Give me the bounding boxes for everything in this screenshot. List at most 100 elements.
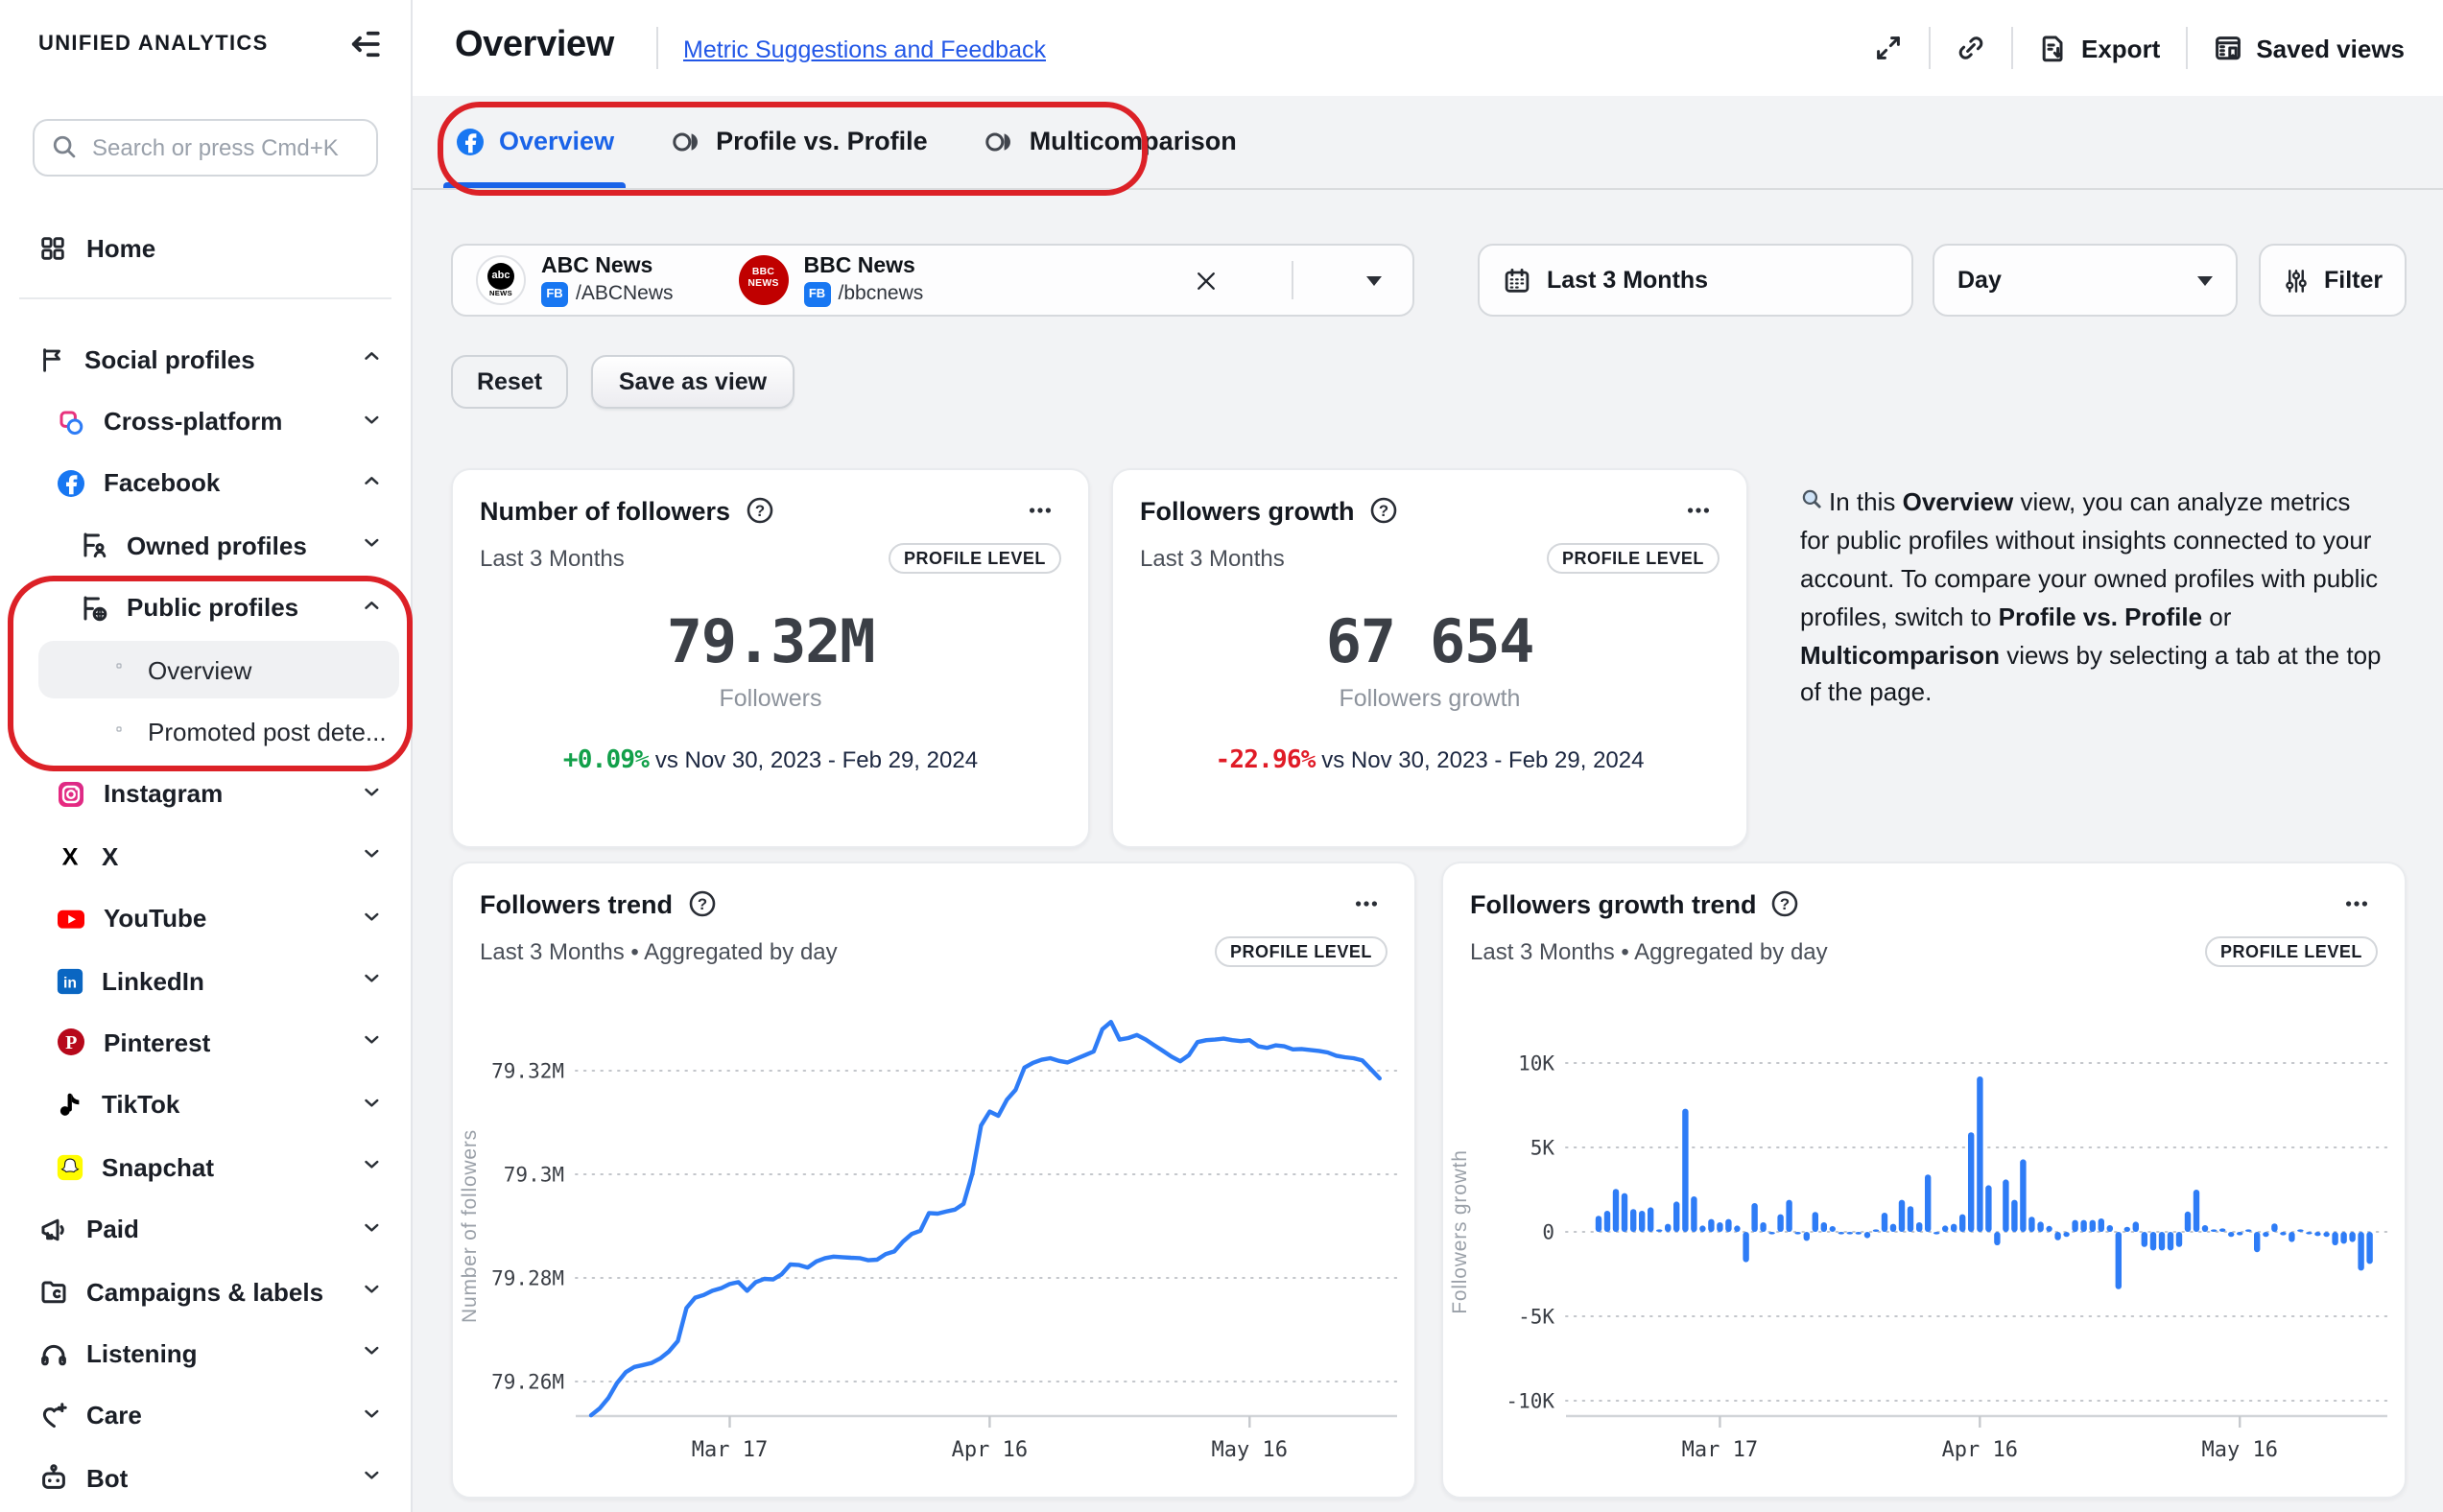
metric-suggestions-link[interactable]: Metric Suggestions and Feedback	[683, 36, 1046, 63]
headphones-icon	[38, 1338, 69, 1369]
sidebar-item-snapchat[interactable]: Snapchat	[0, 1136, 411, 1198]
facebook-icon	[56, 468, 86, 499]
sidebar-item-label: Owned profiles	[127, 532, 307, 560]
selector-divider	[1292, 261, 1293, 299]
sidebar-item-label: Care	[86, 1402, 142, 1430]
chevron-down-icon	[363, 1405, 386, 1428]
sidebar-item-bot[interactable]: Bot	[0, 1447, 411, 1509]
youtube-icon	[56, 903, 86, 933]
megaphone-icon	[38, 1214, 69, 1244]
sidebar-item-promoted-post-dete[interactable]: Promoted post dete...	[0, 701, 411, 764]
saved-views-button[interactable]: Saved views	[2212, 33, 2405, 63]
chevron-down-icon	[363, 907, 386, 930]
sidebar-item-care[interactable]: Care	[0, 1384, 411, 1447]
tab-multicomparison[interactable]: Multicomparison	[985, 96, 1237, 187]
chevron-down-icon	[363, 783, 386, 806]
profile-chip-abc-news[interactable]: abcNEWSABC NewsFB/ABCNews	[476, 254, 674, 306]
sidebar-item-label: Home	[86, 233, 155, 262]
svg-text:May 16: May 16	[2201, 1438, 2277, 1462]
sidebar-item-x[interactable]: XX	[0, 825, 411, 887]
sidebar-item-cross-platform[interactable]: Cross-platform	[0, 390, 411, 453]
line-chart: 79.32M79.3M79.28M79.26MNumber of followe…	[453, 986, 1418, 1500]
help-icon[interactable]: ?	[1368, 495, 1399, 526]
sidebar-item-label: Social profiles	[84, 344, 255, 373]
sidebar-item-pinterest[interactable]: PPinterest	[0, 1012, 411, 1075]
info-text-segment: Overview	[1903, 487, 2014, 516]
sidebar-item-label: TikTok	[102, 1091, 179, 1120]
sidebar-item-tiktok[interactable]: TikTok	[0, 1074, 411, 1136]
sidebar-item-owned-profiles[interactable]: Owned profiles	[0, 514, 411, 577]
clear-profiles-button[interactable]	[1186, 260, 1226, 300]
card-menu-button[interactable]	[1677, 493, 1720, 528]
sidebar-item-social-profiles[interactable]: Social profiles	[0, 328, 411, 390]
svg-text:P: P	[65, 1033, 77, 1054]
page-title: Overview	[455, 25, 614, 67]
header-divider	[2010, 27, 2012, 69]
sidebar-collapse-button[interactable]	[345, 25, 384, 63]
sidebar-item-overview[interactable]: Overview	[0, 639, 411, 701]
calendar-icon	[1503, 266, 1531, 295]
export-button[interactable]: Export	[2037, 33, 2160, 63]
card-menu-button[interactable]	[1345, 886, 1388, 921]
sidebar-item-campaigns-labels[interactable]: Campaigns & labels	[0, 1261, 411, 1323]
chevron-down-icon	[363, 1466, 386, 1489]
svg-text:Followers growth: Followers growth	[1449, 1149, 1471, 1314]
expand-button[interactable]	[1872, 33, 1903, 63]
date-range-button[interactable]: Last 3 Months	[1478, 244, 1913, 317]
search-input[interactable]	[33, 119, 378, 177]
header-actions: Export Saved views	[1872, 0, 2405, 96]
sidebar-item-listening[interactable]: Listening	[0, 1323, 411, 1385]
card-title: Number of followers	[480, 496, 730, 525]
tab-overview[interactable]: Overview	[455, 96, 614, 187]
kpi-value: 67 654	[1113, 608, 1746, 677]
info-text-segment: Multicomparison	[1800, 640, 2000, 669]
profile-selector[interactable]: abcNEWSABC NewsFB/ABCNews BBCNEWSBBC News…	[451, 244, 1414, 317]
sidebar-item-public-profiles[interactable]: Public profiles	[0, 577, 411, 639]
facebook-network-badge: FB	[804, 281, 831, 306]
profile-chip-bbc-news[interactable]: BBCNEWSBBC NewsFB/bbcnews	[739, 254, 924, 306]
magnifier-icon	[1800, 487, 1825, 512]
card-menu-button[interactable]	[1019, 493, 1061, 528]
filter-label: Filter	[2324, 267, 2383, 294]
compare-icon	[985, 127, 1016, 157]
card-menu-button[interactable]	[2336, 886, 2378, 921]
sidebar-divider	[19, 297, 391, 299]
info-note: In this Overview view, you can analyze m…	[1800, 484, 2382, 713]
granularity-select[interactable]: Day	[1933, 244, 2238, 317]
instagram-icon	[56, 779, 86, 810]
sidebar-item-label: LinkedIn	[102, 966, 204, 995]
sidebar-item-label: X	[102, 842, 118, 871]
kpi-compare-text: vs Nov 30, 2023 - Feb 29, 2024	[1316, 746, 1645, 773]
bar-chart: 10K5K0-5K-10KFollowers growthMar 17Apr 1…	[1443, 986, 2408, 1500]
svg-text:?: ?	[697, 895, 706, 913]
sidebar-item-home[interactable]: Home	[0, 217, 411, 278]
profile-handle: /ABCNews	[576, 282, 674, 305]
svg-text:Apr 16: Apr 16	[1942, 1438, 2018, 1462]
help-icon[interactable]: ?	[1770, 888, 1801, 919]
sidebar-item-paid[interactable]: Paid	[0, 1198, 411, 1261]
reset-button[interactable]: Reset	[451, 355, 568, 409]
tab-label: Profile vs. Profile	[716, 128, 928, 156]
sidebar-item-facebook[interactable]: Facebook	[0, 453, 411, 515]
save-as-view-button[interactable]: Save as view	[591, 355, 795, 409]
chevron-down-icon	[363, 1280, 386, 1303]
sidebar-item-instagram[interactable]: Instagram	[0, 763, 411, 825]
svg-text:79.3M: 79.3M	[504, 1164, 564, 1187]
sidebar-item-label: Instagram	[104, 780, 223, 809]
svg-text:79.26M: 79.26M	[491, 1371, 564, 1394]
help-icon[interactable]: ?	[744, 495, 774, 526]
filter-button[interactable]: Filter	[2259, 244, 2407, 317]
kpi-delta-value: -22.96%	[1215, 746, 1315, 775]
help-icon[interactable]: ?	[686, 888, 717, 919]
sidebar-item-youtube[interactable]: YouTube	[0, 887, 411, 950]
sidebar-item-linkedin[interactable]: inLinkedIn	[0, 950, 411, 1012]
flag-globe-icon	[79, 593, 109, 624]
facebook-network-badge: FB	[541, 281, 568, 306]
profile-dropdown-caret[interactable]	[1366, 275, 1382, 285]
app-root: UNIFIED ANALYTICS Home Social profilesCr…	[0, 0, 2443, 1512]
copy-link-button[interactable]	[1955, 33, 1985, 63]
bot-icon	[38, 1462, 69, 1493]
tab-profile-vs-profile[interactable]: Profile vs. Profile	[672, 96, 928, 187]
svg-text:Apr 16: Apr 16	[952, 1438, 1028, 1462]
svg-text:Mar 17: Mar 17	[1682, 1438, 1758, 1462]
